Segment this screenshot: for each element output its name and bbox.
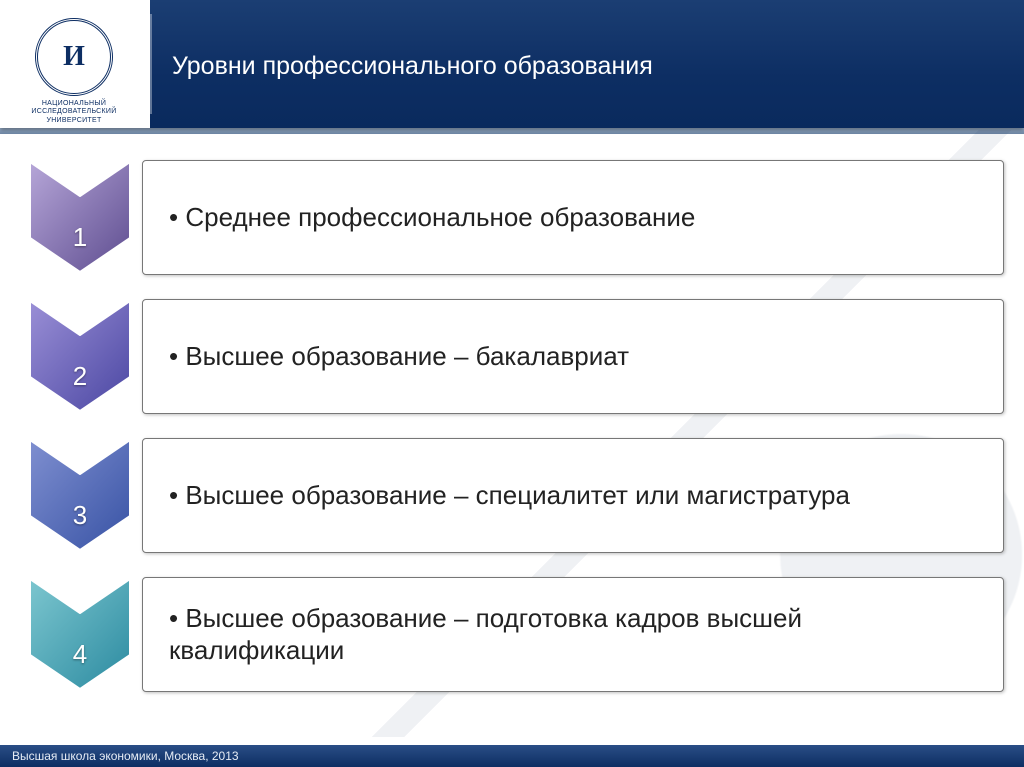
page-title: Уровни профессионального образования [172,52,653,81]
header-bar: И НАЦИОНАЛЬНЫЙ ИССЛЕДОВАТЕЛЬСКИЙ УНИВЕРС… [0,0,1024,128]
level-number: 2 [26,361,134,392]
chevron-down-icon [26,299,134,414]
level-row: 2 • Высшее образование – бакалавриат [26,299,1004,414]
logo-emblem: И [35,18,113,96]
level-number: 1 [26,222,134,253]
level-row: 1 • Среднее профессиональное образование [26,160,1004,275]
level-text: • Среднее профессиональное образование [169,202,695,234]
content-area: 1 • Среднее профессиональное образование… [0,134,1024,692]
chevron-badge-2: 2 [26,299,134,414]
level-text-box: • Высшее образование – подготовка кадров… [142,577,1004,692]
chevron-badge-3: 3 [26,438,134,553]
logo: И НАЦИОНАЛЬНЫЙ ИССЛЕДОВАТЕЛЬСКИЙ УНИВЕРС… [24,18,124,125]
slide: И НАЦИОНАЛЬНЫЙ ИССЛЕДОВАТЕЛЬСКИЙ УНИВЕРС… [0,0,1024,767]
level-text-box: • Высшее образование – специалитет или м… [142,438,1004,553]
level-number: 3 [26,500,134,531]
chevron-badge-1: 1 [26,160,134,275]
footer-text: Высшая школа экономики, Москва, 2013 [12,749,239,763]
chevron-down-icon [26,160,134,275]
level-text-box: • Высшее образование – бакалавриат [142,299,1004,414]
footer-bar: Высшая школа экономики, Москва, 2013 [0,745,1024,767]
chevron-badge-4: 4 [26,577,134,692]
level-number: 4 [26,639,134,670]
chevron-down-icon [26,438,134,553]
level-text: • Высшее образование – бакалавриат [169,341,629,373]
logo-caption: НАЦИОНАЛЬНЫЙ ИССЛЕДОВАТЕЛЬСКИЙ УНИВЕРСИТ… [24,100,124,125]
level-text: • Высшее образование – подготовка кадров… [169,603,977,666]
level-row: 4 • Высшее образование – подготовка кадр… [26,577,1004,692]
chevron-down-icon [26,577,134,692]
level-text: • Высшее образование – специалитет или м… [169,480,850,512]
logo-letter: И [63,43,85,71]
level-text-box: • Среднее профессиональное образование [142,160,1004,275]
header-divider [150,14,152,114]
level-row: 3 • Высшее образование – специалитет или… [26,438,1004,553]
